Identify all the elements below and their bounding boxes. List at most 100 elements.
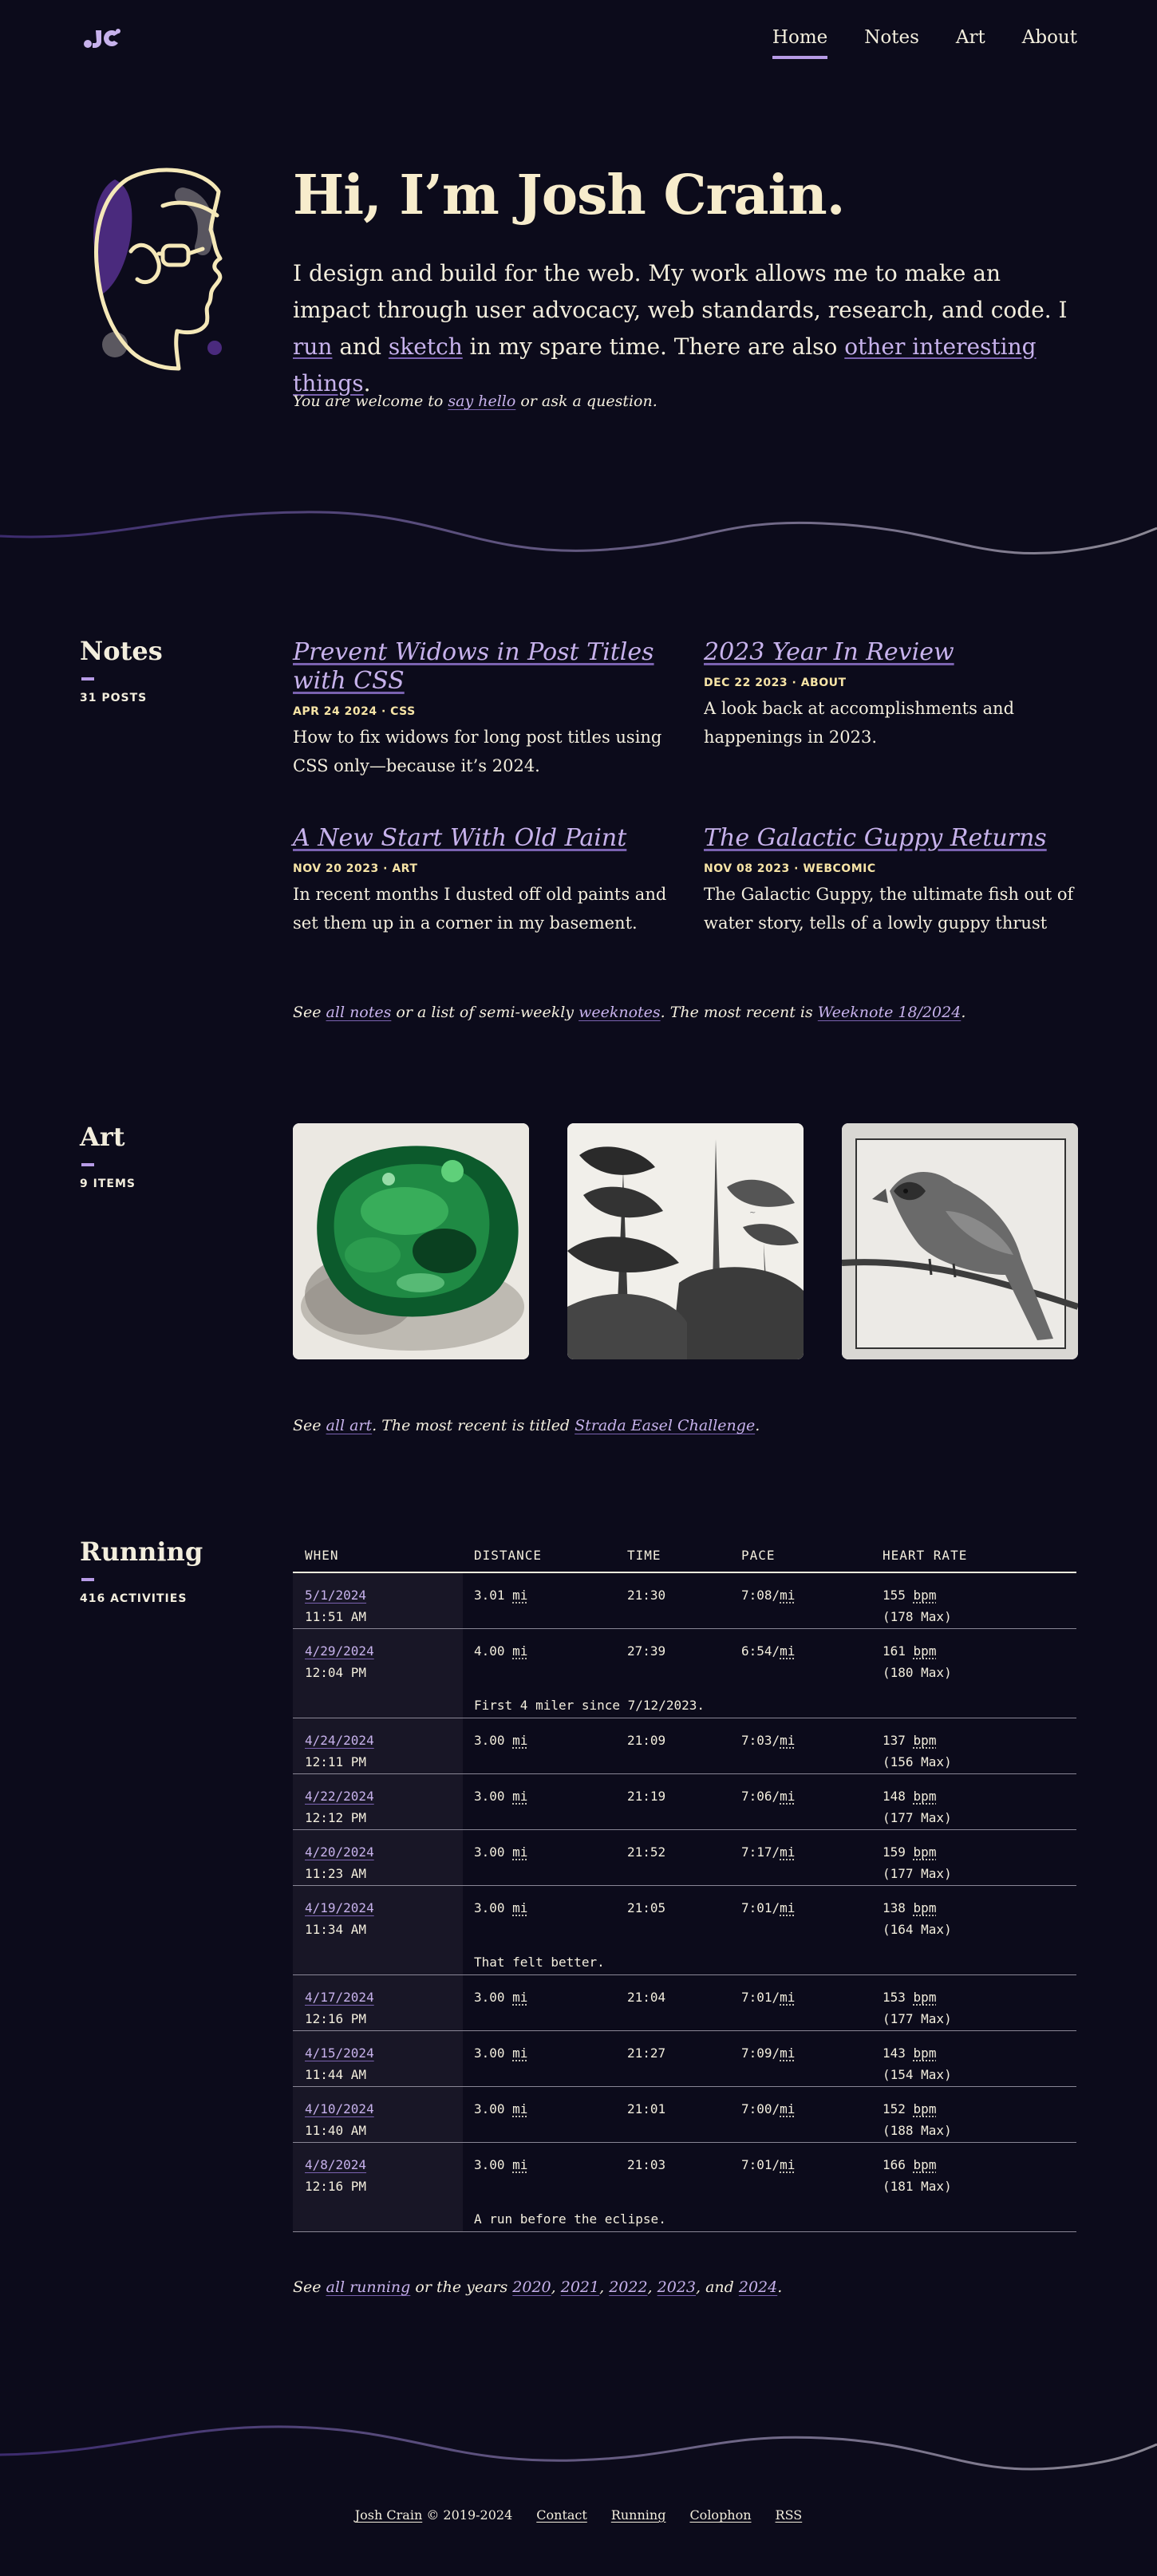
art-see-more: See all art. The most recent is titled S… (293, 1417, 760, 1434)
unit-mi: mi (780, 1990, 796, 2005)
unit-bpm: bpm (913, 1733, 937, 1748)
nav-notes[interactable]: Notes (864, 27, 919, 59)
run-time-of-day: 12:11 PM (305, 1754, 367, 1769)
art-thumb-cardinal[interactable] (842, 1123, 1078, 1359)
see-text: or the years (410, 2278, 513, 2296)
unit-bpm: bpm (913, 1789, 937, 1804)
running-see-more: See all running or the years 2020, 2021,… (293, 2278, 782, 2296)
see-text: or a list of semi-weekly (391, 1004, 579, 1021)
note-title-link[interactable]: A New Start With Old Paint (293, 824, 672, 853)
note-title-link[interactable]: Prevent Widows in Post Titles with CSS (293, 638, 672, 696)
distance-cell: 3.00 mi (463, 1730, 627, 1773)
year-link[interactable]: 2021 (561, 2278, 599, 2296)
time-cell: 21:05 (627, 1900, 666, 1915)
all-art-link[interactable]: all art (326, 1417, 373, 1434)
wave-divider (0, 2425, 1157, 2471)
unit-mi: mi (780, 1900, 796, 1915)
footer-rss-link[interactable]: RSS (776, 2507, 803, 2523)
note-meta: APR 24 2024 · CSS (293, 705, 416, 718)
note-title-link[interactable]: The Galactic Guppy Returns (704, 824, 1083, 853)
when-cell: 4/24/2024 12:11 PM (293, 1730, 463, 1773)
table-row: 4/24/2024 12:11 PM 3.00 mi 21:09 7:03/mi 137 … (293, 1718, 1076, 1774)
hr-value: 161 (883, 1643, 906, 1659)
distance-cell: 3.00 mi (463, 1986, 627, 2030)
table-row: 4/29/2024 12:04 PM 4.00 mi 27:39 6:54/mi 161 … (293, 1629, 1076, 1718)
see-text: , (551, 2278, 561, 2296)
heart-rate-cell: 153 bpm (177 Max) (883, 1986, 1076, 2030)
hr-value: 155 (883, 1588, 906, 1603)
all-running-link[interactable]: all running (326, 2278, 411, 2296)
run-time-of-day: 11:40 AM (305, 2123, 367, 2138)
accent-bar (81, 1163, 94, 1166)
distance-value: 3.00 (474, 2101, 505, 2116)
art-thumb-trees[interactable]: ~ (567, 1123, 804, 1359)
footer-contact-link[interactable]: Contact (536, 2507, 587, 2523)
hero-note: You are welcome to say hello or ask a qu… (293, 393, 657, 410)
hr-max: (177 Max) (883, 1866, 952, 1881)
green-painting-image (293, 1123, 529, 1359)
run-date-link[interactable]: 5/1/2024 (305, 1588, 366, 1603)
pace-value: 7:08/ (741, 1588, 780, 1603)
nav-about[interactable]: About (1022, 27, 1077, 59)
table-row: 4/17/2024 12:16 PM 3.00 mi 21:04 7:01/mi 153 … (293, 1975, 1076, 2031)
year-link[interactable]: 2022 (609, 2278, 647, 2296)
unit-mi: mi (780, 2045, 796, 2061)
unit-mi: mi (780, 1733, 796, 1748)
pace-cell: 7:17/mi (741, 1841, 883, 1884)
weeknotes-link[interactable]: weeknotes (578, 1004, 661, 1021)
note-desc: How to fix widows for long post titles u… (293, 728, 662, 775)
recent-art-link[interactable]: Strada Easel Challenge (575, 1417, 755, 1434)
unit-bpm: bpm (913, 1643, 937, 1659)
logo-link[interactable] (83, 27, 121, 49)
table-header: WHEN DISTANCE TIME PACE HEART RATE (293, 1538, 1076, 1573)
pace-cell: 7:01/mi (741, 2154, 883, 2197)
all-notes-link[interactable]: all notes (326, 1004, 392, 1021)
unit-mi: mi (512, 2101, 528, 2116)
art-thumb-green-glass[interactable] (293, 1123, 529, 1359)
run-date-link[interactable]: 4/22/2024 (305, 1789, 374, 1804)
year-link[interactable]: 2020 (512, 2278, 551, 2296)
run-date-link[interactable]: 4/17/2024 (305, 1990, 374, 2005)
post-count: 31 POSTS (80, 692, 148, 704)
year-link[interactable]: 2024 (739, 2278, 777, 2296)
footer: Josh Crain © 2019-2024 Contact Running C… (0, 2507, 1157, 2523)
distance-cell: 3.00 mi (463, 2154, 627, 2197)
nav-home[interactable]: Home (772, 27, 828, 59)
pace-cell: 7:08/mi (741, 1584, 883, 1627)
run-date-link[interactable]: 4/24/2024 (305, 1733, 374, 1748)
section-heading: Running (80, 1537, 203, 1567)
footer-running-link[interactable]: Running (611, 2507, 666, 2523)
note-meta: DEC 22 2023 · ABOUT (704, 677, 847, 689)
pace-value: 7:01/ (741, 1900, 780, 1915)
sketch-link[interactable]: sketch (389, 333, 463, 360)
pace-cell: 7:01/mi (741, 1986, 883, 2030)
accent-bar (81, 677, 94, 680)
tree-sketch-image: ~ (567, 1123, 804, 1359)
note-text: or ask a question. (515, 393, 657, 410)
run-link[interactable]: run (293, 333, 332, 360)
unit-mi: mi (512, 1990, 528, 2005)
run-date-link[interactable]: 4/8/2024 (305, 2157, 366, 2172)
heart-rate-cell: 152 bpm (188 Max) (883, 2098, 1076, 2141)
heart-rate-cell: 159 bpm (177 Max) (883, 1841, 1076, 1884)
run-date-link[interactable]: 4/19/2024 (305, 1900, 374, 1915)
when-cell: 4/17/2024 12:16 PM (293, 1986, 463, 2030)
run-date-link[interactable]: 4/29/2024 (305, 1643, 374, 1659)
run-date-link[interactable]: 4/10/2024 (305, 2101, 374, 2116)
see-text: , and (696, 2278, 739, 2296)
note-title-link[interactable]: 2023 Year In Review (704, 638, 1083, 667)
nav-art[interactable]: Art (956, 27, 985, 59)
svg-text:~: ~ (749, 1209, 756, 1217)
run-date-link[interactable]: 4/15/2024 (305, 2045, 374, 2061)
footer-colophon-link[interactable]: Colophon (689, 2507, 751, 2523)
time-cell: 21:19 (627, 1789, 666, 1804)
run-date-link[interactable]: 4/20/2024 (305, 1844, 374, 1860)
recent-weeknote-link[interactable]: Weeknote 18/2024 (818, 1004, 962, 1021)
say-hello-link[interactable]: say hello (448, 393, 515, 410)
year-link[interactable]: 2023 (657, 2278, 696, 2296)
see-text: . (961, 1004, 966, 1021)
distance-value: 3.00 (474, 1990, 505, 2005)
art-count: 9 ITEMS (80, 1178, 136, 1190)
column-header: DISTANCE (474, 1547, 543, 1563)
footer-name-link[interactable]: Josh Crain (355, 2507, 423, 2523)
